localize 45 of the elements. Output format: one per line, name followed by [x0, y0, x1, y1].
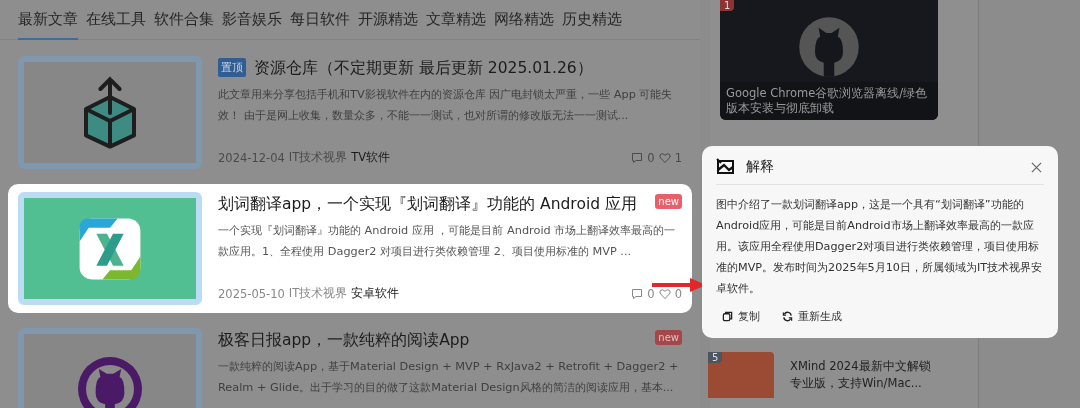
- category-tab[interactable]: 文章精选: [426, 6, 486, 40]
- featured-title: Google Chrome谷歌浏览器离线/绿色版本安装与彻底卸载: [720, 82, 938, 120]
- refresh-icon: [782, 311, 793, 322]
- featured-card[interactable]: 1 Google Chrome谷歌浏览器离线/绿色版本安装与彻底卸载: [720, 0, 938, 120]
- highlighted-article-card[interactable]: 划词翻译app，一个实现『划词翻译』功能的 Android 应用 new 一个实现『划词翻译』功能的 Android 应用 ，可能是目前 Android 市场上翻译效率最高的一款应用。1、全程使用 Dagger2 对项目进行类依赖管理 2、项目使用标准的 MVP ... 2025-05-10 IT技术视界 安卓软件 0 0: [8, 184, 692, 313]
- pinned-badge: 置顶: [218, 58, 246, 77]
- rank-badge: 5: [708, 352, 723, 363]
- article-date: 2024-12-04: [218, 150, 285, 165]
- category-tab[interactable]: 软件合集: [154, 6, 214, 40]
- category-tab[interactable]: 影音娱乐: [222, 6, 282, 40]
- heart-icon: [658, 151, 671, 164]
- hot-item[interactable]: 5 XMind 2024最新中文解锁专业版，支持Win/Mac...: [708, 352, 978, 398]
- explanation-text: 图中介绍了一款划词翻译app，这是一个具有“划词翻译”功能的Android应用，可能是目前Android市场上翻译效率最高的一款应用。该应用全程使用Dagger2对项目进行类依赖管理，项目使用标准的MVP。发布时间为2025年5月10日，所属领域为IT技术视界安卓软件。: [716, 197, 1043, 297]
- category-tab[interactable]: 在线工具: [86, 6, 146, 40]
- article-title[interactable]: 划词翻译app，一个实现『划词翻译』功能的 Android 应用: [218, 194, 637, 215]
- category-link[interactable]: TV软件: [351, 150, 391, 165]
- article-date: 2025-05-10: [218, 286, 285, 301]
- copy-button[interactable]: 复制: [720, 307, 762, 326]
- category-tab[interactable]: 历史精选: [562, 6, 622, 40]
- category-tab[interactable]: 每日软件: [290, 6, 350, 40]
- article-title[interactable]: 极客日报app，一款纯粹的阅读App: [218, 330, 470, 351]
- article-title[interactable]: 资源仓库（不定期更新 最后更新 2025.01.26）: [254, 58, 593, 79]
- category-link[interactable]: 安卓软件: [351, 286, 400, 301]
- comment-count: 0: [647, 286, 655, 301]
- article-summary: 一个实现『划词翻译』功能的 Android 应用 ，可能是目前 Android 市场上翻译效率最高的一款应用。1、全程使用 Dagger2 对项目进行类依赖管理 2、项目使用标准的 MVP ...: [218, 223, 677, 260]
- like-count: 1: [674, 150, 682, 165]
- rank-badge: 1: [720, 0, 735, 11]
- comment-icon: [631, 287, 644, 300]
- like-count: 0: [674, 286, 682, 301]
- close-icon: [1031, 161, 1042, 173]
- regenerate-button[interactable]: 重新生成: [780, 307, 844, 326]
- hot-item-title: XMind 2024最新中文解锁专业版，支持Win/Mac...: [790, 358, 932, 392]
- category-tab[interactable]: 网络精选: [494, 6, 554, 40]
- article-source: IT技术视界: [288, 286, 348, 301]
- category-tab[interactable]: 开源精选: [358, 6, 418, 40]
- new-tag: new: [655, 330, 682, 345]
- article-source: IT技术视界: [288, 150, 348, 165]
- category-tab[interactable]: 最新文章: [18, 6, 78, 40]
- popup-title: 解释: [746, 158, 774, 176]
- copy-icon: [722, 311, 733, 322]
- new-tag: new: [655, 194, 682, 209]
- heart-icon: [658, 287, 671, 300]
- image-icon: [716, 158, 736, 176]
- comment-icon: [631, 151, 644, 164]
- comment-count: 0: [647, 150, 655, 165]
